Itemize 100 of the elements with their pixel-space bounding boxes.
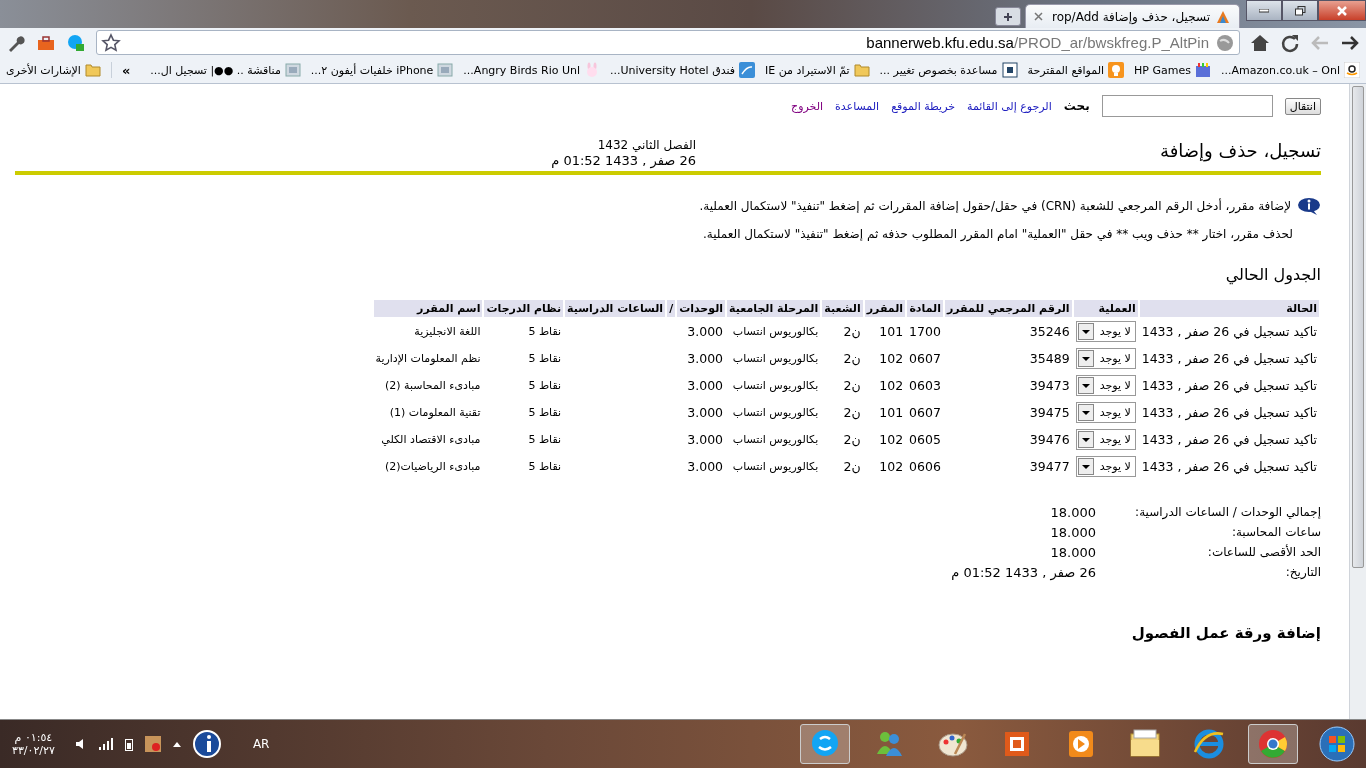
action-dropdown[interactable]: لا يوجد (1075, 402, 1136, 423)
chrome-icon (1259, 730, 1287, 758)
bookmark[interactable]: Amazon.co.uk – Onl... (1220, 62, 1360, 78)
summary-value: 26 صفر , 1433 01:52 م (950, 565, 1096, 580)
summary-value: 18.000 (1049, 525, 1096, 540)
table-cell-text: ن2 (842, 377, 862, 395)
table-cell-text: نقاط 5 (527, 351, 563, 367)
tab-title: تسجيل، حذف وإضافة rop/Add (1050, 9, 1210, 24)
bunny-icon (584, 62, 600, 78)
star-icon[interactable] (101, 32, 121, 53)
column-header: / (667, 300, 676, 317)
table-cell-text: بكالوريوس انتساب (731, 378, 820, 394)
table-cell-text: 39475 (1028, 404, 1071, 422)
table-cell-text: 3.000 (686, 431, 725, 449)
nav-link[interactable]: الرجوع إلى القائمة (967, 99, 1052, 113)
clock-date: ٣٣/٠٢/٢٧ (12, 744, 55, 757)
close-button[interactable] (1318, 0, 1366, 21)
bookmark[interactable]: فندق University Hotel... (610, 62, 756, 78)
taskbar-button[interactable] (1248, 724, 1298, 764)
table-cell-text: بكالوريوس انتساب (731, 432, 820, 448)
action-dropdown[interactable]: لا يوجد (1075, 321, 1136, 342)
taskbar-button[interactable] (800, 724, 850, 764)
action-dropdown[interactable]: لا يوجد (1075, 375, 1136, 396)
close-icon[interactable] (1034, 12, 1043, 21)
clock-time: ٠١:٥٤ م (14, 731, 53, 744)
help-icon[interactable] (192, 730, 221, 758)
new-tab-button[interactable] (995, 7, 1021, 26)
show-hidden-icon[interactable] (172, 741, 181, 747)
signal-icon[interactable] (98, 738, 113, 750)
section-heading: إضافة ورقة عمل الفصول (1130, 624, 1321, 642)
table-cell-text: نقاط 5 (527, 378, 563, 394)
column-header: الوحدات (677, 300, 726, 317)
table-cell-text: بكالوريوس انتساب (731, 405, 820, 421)
column-header: الساعات الدراسية (565, 300, 666, 317)
network-error-icon[interactable] (144, 736, 161, 752)
table-cell-text: 0606 (908, 458, 942, 476)
language-indicator[interactable]: AR (252, 737, 270, 751)
nav-link[interactable]: الخروج (791, 99, 824, 113)
browser-tab[interactable]: تسجيل، حذف وإضافة rop/Add (1025, 4, 1240, 28)
table-cell-text: 0607 (908, 350, 942, 368)
media-player-icon (1069, 731, 1093, 757)
table-cell-text: 35489 (1028, 350, 1071, 368)
bookmark[interactable]: مساعدة بخصوص تغيير ... (879, 62, 1018, 78)
bookmark[interactable]: مناقشة .. ●●| تسجيل ال... (150, 62, 301, 78)
table-cell-text: 3.000 (686, 458, 725, 476)
maximize-button[interactable] (1282, 0, 1318, 21)
battery-icon[interactable] (124, 737, 133, 751)
more-bookmarks-button[interactable]: » (121, 62, 131, 78)
table-cell-text: 3.000 (686, 377, 725, 395)
bookmark[interactable]: Angry Birds Rio Unl... (463, 62, 600, 78)
skype-icon[interactable] (66, 32, 86, 53)
column-header: الحالة (1139, 300, 1319, 317)
column-header: المرحلة الجامعية (727, 300, 821, 317)
timestamp: 26 صفر , 1433 01:52 م (551, 153, 696, 169)
bookmark[interactable]: المواقع المقترحة (1027, 62, 1125, 78)
table-cell-text: 0603 (908, 377, 942, 395)
skype-icon (812, 730, 838, 756)
table-cell-text: تاكيد تسجيل في 26 صفر , 1433 (1140, 377, 1318, 396)
nav-link[interactable]: خريطة الموقع (891, 99, 956, 113)
table-cell-text: ن2 (842, 350, 862, 368)
table-cell-text: مبادىء الاقتصاد الكلي (380, 432, 482, 448)
favicon-icon (1344, 62, 1360, 78)
start-orb-icon (1319, 726, 1355, 762)
page-title: تسجيل، حذف وإضافة (1159, 140, 1321, 164)
plus-icon (1003, 11, 1013, 22)
bookmark[interactable]: HP Games (1134, 62, 1211, 78)
bookmark[interactable]: iPhone خلفيات أيفون ٢... (310, 62, 454, 78)
action-dropdown[interactable]: لا يوجد (1075, 429, 1136, 450)
table-cell-text: 102 (878, 350, 905, 368)
search-field[interactable] (1101, 95, 1273, 117)
table-cell-text: ن2 (842, 431, 862, 449)
go-button[interactable]: انتقال (1284, 97, 1321, 115)
minimize-button[interactable] (1246, 0, 1282, 21)
table-cell-text: 1700 (908, 323, 942, 341)
summary-label: الحد الأقصى للساعات: (1206, 545, 1321, 560)
table-cell-text: بكالوريوس انتساب (731, 324, 820, 340)
reload-icon[interactable] (1280, 32, 1300, 53)
nav-link[interactable]: المساعدة (835, 99, 880, 113)
action-dropdown[interactable]: لا يوجد (1075, 348, 1136, 369)
table-cell-text: 39473 (1028, 377, 1071, 395)
summary-label: التاريخ: (1284, 565, 1321, 580)
table-cell-text: 101 (878, 404, 905, 422)
action-dropdown[interactable]: لا يوجد (1075, 456, 1136, 477)
ie-icon (1193, 729, 1224, 759)
table-cell-text: 35246 (1028, 323, 1071, 341)
column-header: اسم المقرر (373, 300, 483, 317)
table-cell-text: بكالوريوس انتساب (731, 459, 820, 475)
address-bar[interactable]: bannerweb.kfu.edu.sa/PROD_ar/bwskfreg.P_AltPin (96, 30, 1240, 55)
column-header: نظام الدرجات (484, 300, 564, 317)
column-header: الرقم المرجعي للمقرر (944, 300, 1072, 317)
table-cell-text: 101 (878, 323, 905, 341)
bookmark[interactable]: تمّ الاستيراد من IE (765, 62, 870, 78)
table-cell-text: نقاط 5 (527, 459, 563, 475)
other-bookmarks-folder[interactable]: الإشارات الأخرى (6, 62, 112, 78)
page-icon (284, 62, 301, 78)
home-icon[interactable] (1250, 32, 1270, 53)
column-header: المقرر (864, 300, 906, 317)
scrollbar[interactable] (1349, 84, 1366, 719)
table-cell-text: 39476 (1028, 431, 1071, 449)
table-cell-text: 39477 (1028, 458, 1071, 476)
